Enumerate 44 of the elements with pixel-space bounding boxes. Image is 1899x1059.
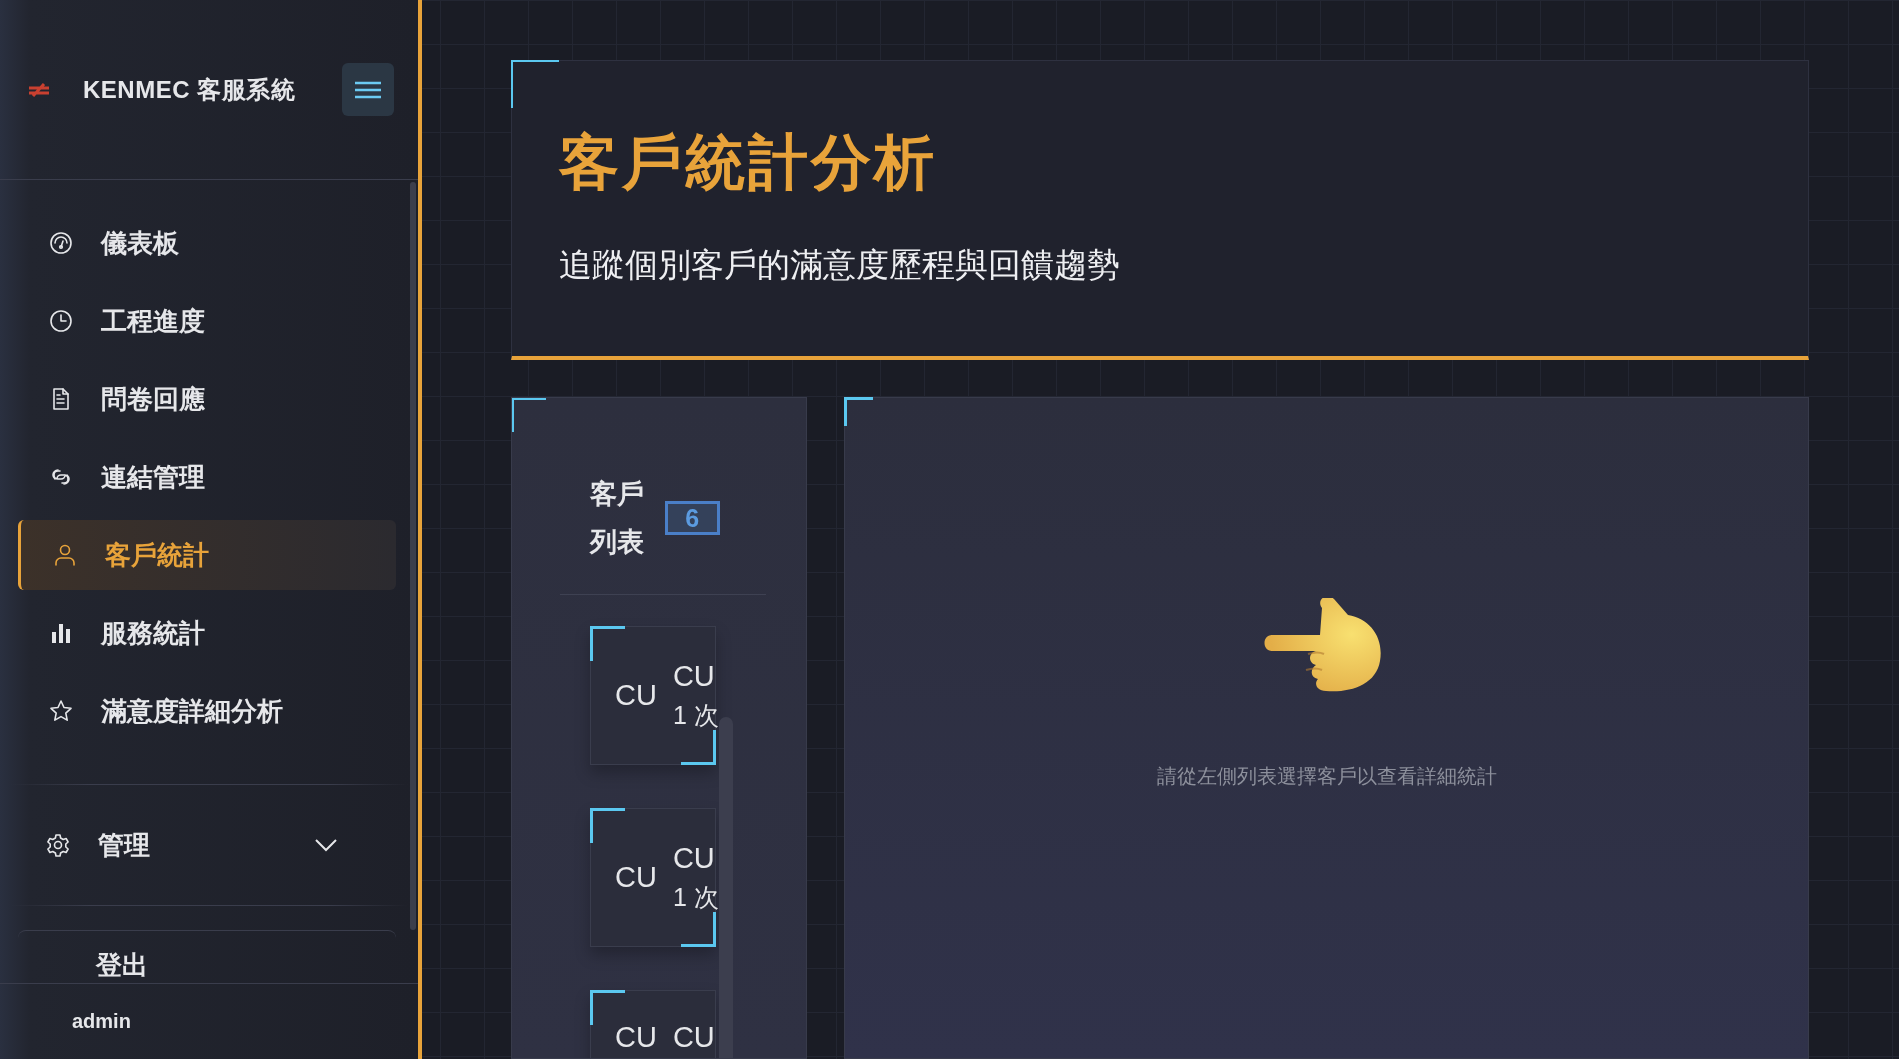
nav-item[interactable]: 客戶統計: [18, 520, 396, 590]
admin-menu[interactable]: 管理: [0, 785, 418, 905]
nav-item[interactable]: 工程進度: [18, 286, 396, 356]
corner-accent: [590, 990, 625, 1025]
empty-state-message: 請從左側列表選擇客戶以查看詳細統計: [1156, 764, 1497, 789]
corner-accent: [590, 626, 625, 661]
gauge-icon: [49, 231, 73, 255]
nav-item[interactable]: 服務統計: [18, 598, 396, 668]
nav-item[interactable]: 滿意度詳細分析: [18, 676, 396, 746]
customer-avatar: CU: [615, 1021, 657, 1054]
corner-accent: [512, 398, 546, 432]
star-icon: [49, 699, 73, 723]
nav-item[interactable]: 連結管理: [18, 442, 396, 512]
corner-accent: [511, 60, 559, 108]
customer-name: CU: [672, 1021, 715, 1054]
brand-title: KENMEC 客服系統: [83, 74, 297, 105]
username: admin: [72, 1010, 131, 1032]
corner-accent: [590, 808, 625, 843]
menu-icon: [355, 80, 381, 99]
customer-avatar: CU: [615, 679, 657, 712]
customer-card[interactable]: CU CU: [590, 990, 716, 1058]
customer-name: CU: [672, 841, 716, 875]
corner-accent: [681, 912, 716, 947]
logo-icon: [28, 82, 50, 97]
list-title: 客戶列表: [590, 478, 645, 559]
chevron-icon: [314, 838, 338, 852]
person-icon: [53, 543, 77, 567]
visit-count: 1 次: [672, 699, 719, 731]
logout-button[interactable]: 登出: [18, 930, 396, 983]
settings-icon: [46, 833, 70, 857]
customer-avatar: CU: [615, 861, 657, 894]
scrollbar[interactable]: [410, 182, 416, 930]
bar-chart-icon: [49, 621, 73, 645]
visit-count: 1 次: [672, 881, 719, 913]
nav-item[interactable]: 問卷回應: [18, 364, 396, 434]
menu-button[interactable]: [342, 63, 394, 116]
page-title: 客戶統計分析: [559, 128, 937, 198]
page-subtitle: 追蹤個別客戶的滿意度歷程與回饋趨勢: [559, 245, 1120, 285]
nav-item[interactable]: 儀表板: [18, 208, 396, 278]
customer-name: CU: [672, 659, 716, 693]
corner-accent: [681, 730, 716, 765]
clock-icon: [49, 309, 73, 333]
count-badge: 6: [664, 501, 720, 535]
corner-accent: [844, 397, 873, 426]
